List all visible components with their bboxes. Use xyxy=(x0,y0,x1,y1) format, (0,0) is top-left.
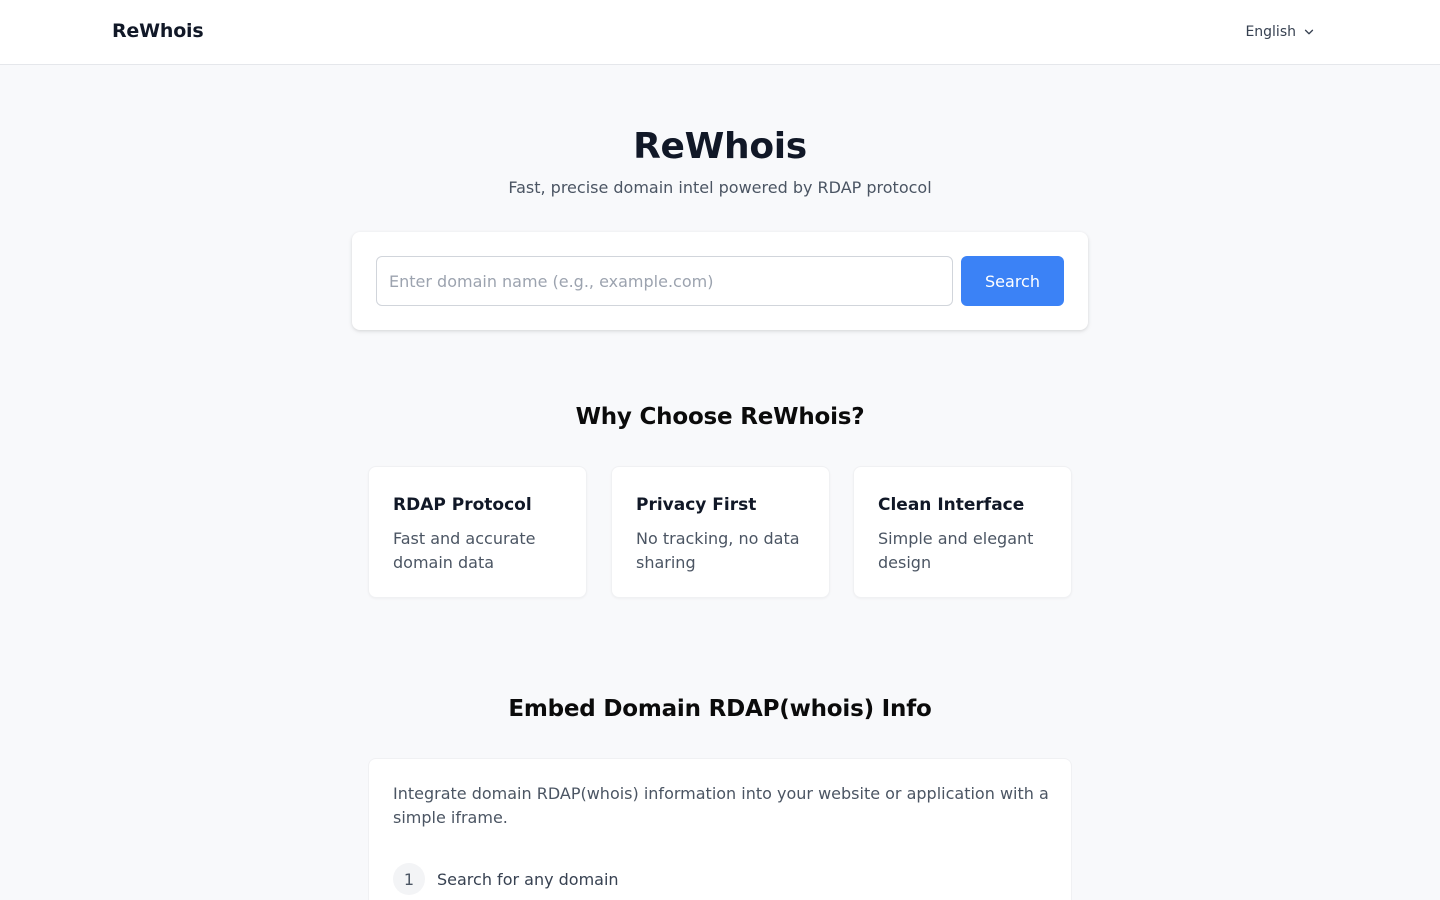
search-card: Search xyxy=(352,232,1088,330)
page-subtitle: Fast, precise domain intel powered by RD… xyxy=(508,178,932,197)
step-number-badge: 1 xyxy=(393,863,425,895)
feature-card-privacy: Privacy First No tracking, no data shari… xyxy=(611,466,830,598)
top-navbar: ReWhois English xyxy=(0,0,1440,65)
language-selector[interactable]: English xyxy=(1245,22,1316,42)
feature-title: Privacy First xyxy=(636,495,757,515)
page-title: ReWhois xyxy=(633,126,807,167)
language-label: English xyxy=(1245,24,1296,40)
feature-description: No tracking, no data sharing xyxy=(636,529,800,572)
feature-title: RDAP Protocol xyxy=(393,495,532,515)
domain-search-input[interactable] xyxy=(376,256,953,306)
embed-section-title: Embed Domain RDAP(whois) Info xyxy=(508,696,932,722)
embed-card: Integrate domain RDAP(whois) information… xyxy=(368,758,1072,900)
feature-card-interface: Clean Interface Simple and elegant desig… xyxy=(853,466,1072,598)
feature-description: Fast and accurate domain data xyxy=(393,529,536,572)
feature-description: Simple and elegant design xyxy=(878,529,1034,572)
embed-step: 1 Search for any domain xyxy=(393,863,619,895)
step-text: Search for any domain xyxy=(437,869,619,889)
search-button[interactable]: Search xyxy=(961,256,1064,306)
chevron-down-icon xyxy=(1304,29,1314,35)
feature-title: Clean Interface xyxy=(878,495,1025,515)
why-section-title: Why Choose ReWhois? xyxy=(575,404,865,430)
embed-description: Integrate domain RDAP(whois) information… xyxy=(393,784,1049,827)
brand-logo[interactable]: ReWhois xyxy=(112,20,204,42)
feature-card-rdap: RDAP Protocol Fast and accurate domain d… xyxy=(368,466,587,598)
